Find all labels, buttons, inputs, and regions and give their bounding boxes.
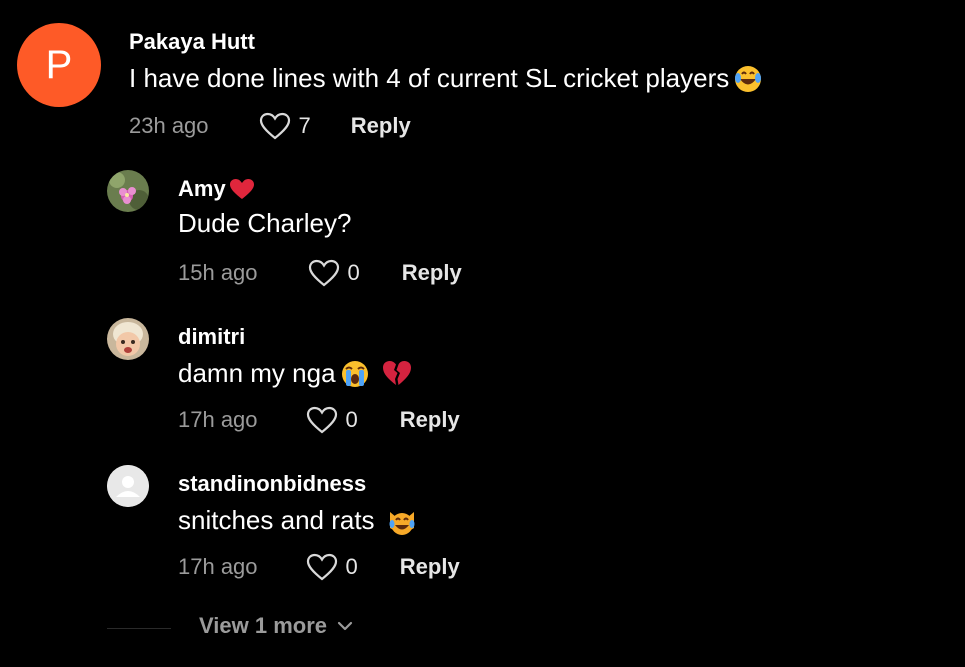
reply-meta: 17h ago 0 Reply (178, 406, 460, 434)
avatar-letter: P (45, 42, 73, 87)
like-button[interactable]: 0 (306, 406, 358, 434)
heart-outline-icon (259, 112, 291, 140)
view-more-label: View 1 more (199, 613, 327, 638)
comment-text-row: I have done lines with 4 of current SL c… (129, 63, 763, 94)
reply-meta: 17h ago 0 Reply (178, 553, 460, 581)
reply-text: snitches and rats (178, 505, 375, 535)
reply (107, 465, 149, 507)
reply-username-row: Amy (178, 176, 351, 202)
reply-text: damn my nga (178, 358, 336, 388)
tears-of-joy-emoji-icon (733, 64, 763, 94)
comment-time: 23h ago (129, 113, 209, 138)
reply-username[interactable]: Amy (178, 176, 226, 202)
reply-username[interactable]: standinonbidness (178, 471, 417, 497)
comment-meta: 23h ago 7 Reply (129, 112, 411, 140)
avatar[interactable] (107, 170, 149, 212)
like-button[interactable]: 7 (259, 112, 311, 140)
heart-outline-icon (306, 406, 338, 434)
reply-button[interactable]: Reply (400, 407, 460, 433)
view-more-button[interactable]: View 1 more (199, 613, 353, 639)
default-avatar-icon[interactable] (107, 465, 149, 507)
avatar[interactable]: P (17, 23, 101, 107)
like-count: 0 (347, 260, 360, 285)
like-count: 0 (345, 554, 358, 579)
broken-heart-icon (382, 359, 412, 389)
reply-username[interactable]: dimitri (178, 324, 412, 350)
reply-text: Dude Charley? (178, 208, 352, 238)
comment: P (17, 23, 101, 107)
like-button[interactable]: 0 (308, 259, 360, 287)
comment-body: Pakaya Hutt I have done lines with 4 of … (129, 29, 763, 94)
joy-cat-icon (387, 506, 417, 536)
reply-button[interactable]: Reply (351, 113, 411, 139)
crying-face-icon (340, 359, 370, 389)
comment-text: I have done lines with 4 of current SL c… (129, 63, 730, 93)
reply-body: dimitri damn my nga (178, 324, 412, 389)
divider (107, 628, 171, 629)
reply-button[interactable]: Reply (400, 554, 460, 580)
like-count: 0 (345, 407, 358, 432)
reply-text-row: snitches and rats (178, 505, 417, 536)
reply-button[interactable]: Reply (402, 260, 462, 286)
red-heart-icon (229, 178, 255, 200)
chevron-down-icon (337, 620, 353, 632)
avatar[interactable] (107, 318, 149, 360)
reply-time: 15h ago (178, 260, 258, 285)
reply (107, 170, 149, 212)
reply-body: Amy Dude Charley? (178, 176, 351, 239)
reply-time: 17h ago (178, 407, 258, 432)
like-count: 7 (298, 113, 311, 138)
reply-meta: 15h ago 0 Reply (178, 259, 462, 287)
comment-username[interactable]: Pakaya Hutt (129, 29, 763, 55)
reply-text-row: damn my nga (178, 358, 412, 389)
like-button[interactable]: 0 (306, 553, 358, 581)
comments-panel: P Pakaya Hutt I have done lines with 4 o… (0, 0, 965, 667)
reply (107, 318, 149, 360)
reply-time: 17h ago (178, 554, 258, 579)
reply-body: standinonbidness snitches and rats (178, 471, 417, 536)
heart-outline-icon (306, 553, 338, 581)
heart-outline-icon (308, 259, 340, 287)
